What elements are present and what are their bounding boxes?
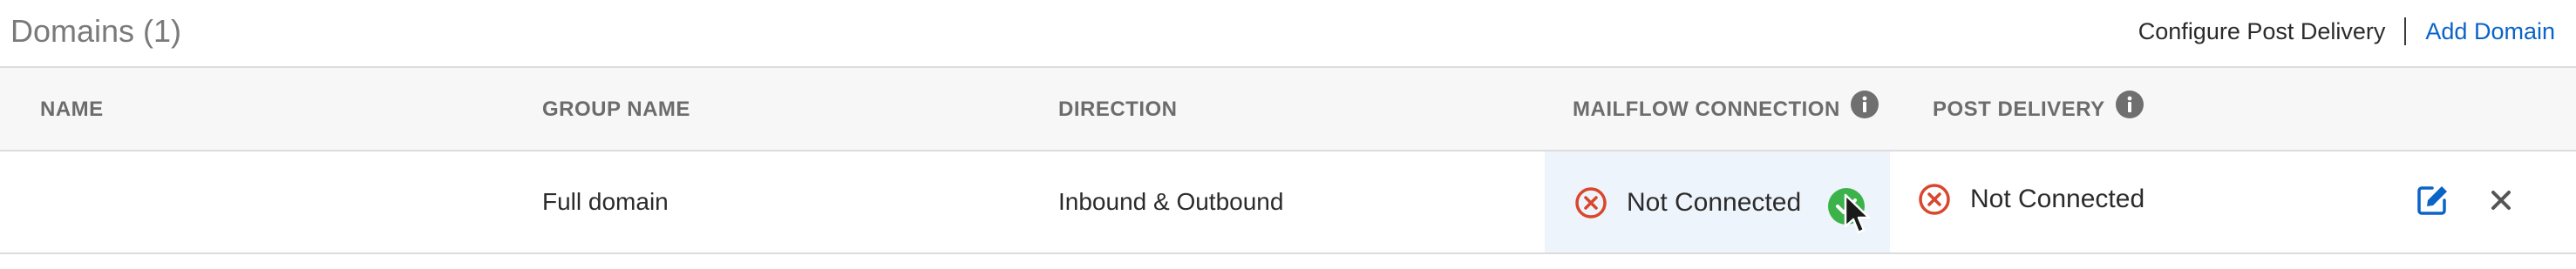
column-header-label[interactable]: POST DELIVERY xyxy=(1933,98,2105,122)
info-icon[interactable] xyxy=(2115,91,2144,118)
direction-cell: Inbound & Outbound xyxy=(1058,188,1284,215)
edit-icon[interactable] xyxy=(2415,183,2450,218)
table-row[interactable]: Full domain Inbound & Outbound Not Conne… xyxy=(0,151,2576,254)
divider xyxy=(2404,17,2407,45)
info-icon[interactable] xyxy=(1850,91,1879,118)
mailflow-status-label: Not Connected xyxy=(1627,188,1802,217)
mailflow-status: Not Connected xyxy=(1574,186,1801,219)
group-name-cell: Full domain xyxy=(542,188,669,215)
add-domain-link[interactable]: Add Domain xyxy=(2425,18,2555,45)
column-header-name[interactable]: NAME xyxy=(40,68,104,151)
header-actions: Configure Post Delivery Add Domain xyxy=(2138,12,2555,50)
mouse-cursor-icon xyxy=(1844,193,1871,234)
x-circle-icon xyxy=(1919,184,1950,215)
configure-post-delivery-link[interactable]: Configure Post Delivery xyxy=(2138,18,2386,45)
x-circle-icon xyxy=(1575,187,1607,219)
post-delivery-status-label: Not Connected xyxy=(1970,185,2145,213)
column-header-direction[interactable]: DIRECTION xyxy=(1058,68,1178,151)
page-title: Domains (1) xyxy=(10,13,182,49)
column-header-label[interactable]: MAILFLOW CONNECTION xyxy=(1573,98,1840,122)
page-header: Domains (1) Configure Post Delivery Add … xyxy=(0,0,2576,66)
column-header-post-delivery: POST DELIVERY xyxy=(1933,68,2144,151)
post-delivery-status: Not Connected xyxy=(1918,183,2144,216)
domain-name-redacted xyxy=(38,184,225,224)
column-header-group-name[interactable]: GROUP NAME xyxy=(542,68,690,151)
column-header-mailflow-connection: MAILFLOW CONNECTION xyxy=(1573,68,1879,151)
close-icon[interactable] xyxy=(2485,185,2517,216)
table-header: NAME GROUP NAME DIRECTION MAILFLOW CONNE… xyxy=(0,66,2576,151)
